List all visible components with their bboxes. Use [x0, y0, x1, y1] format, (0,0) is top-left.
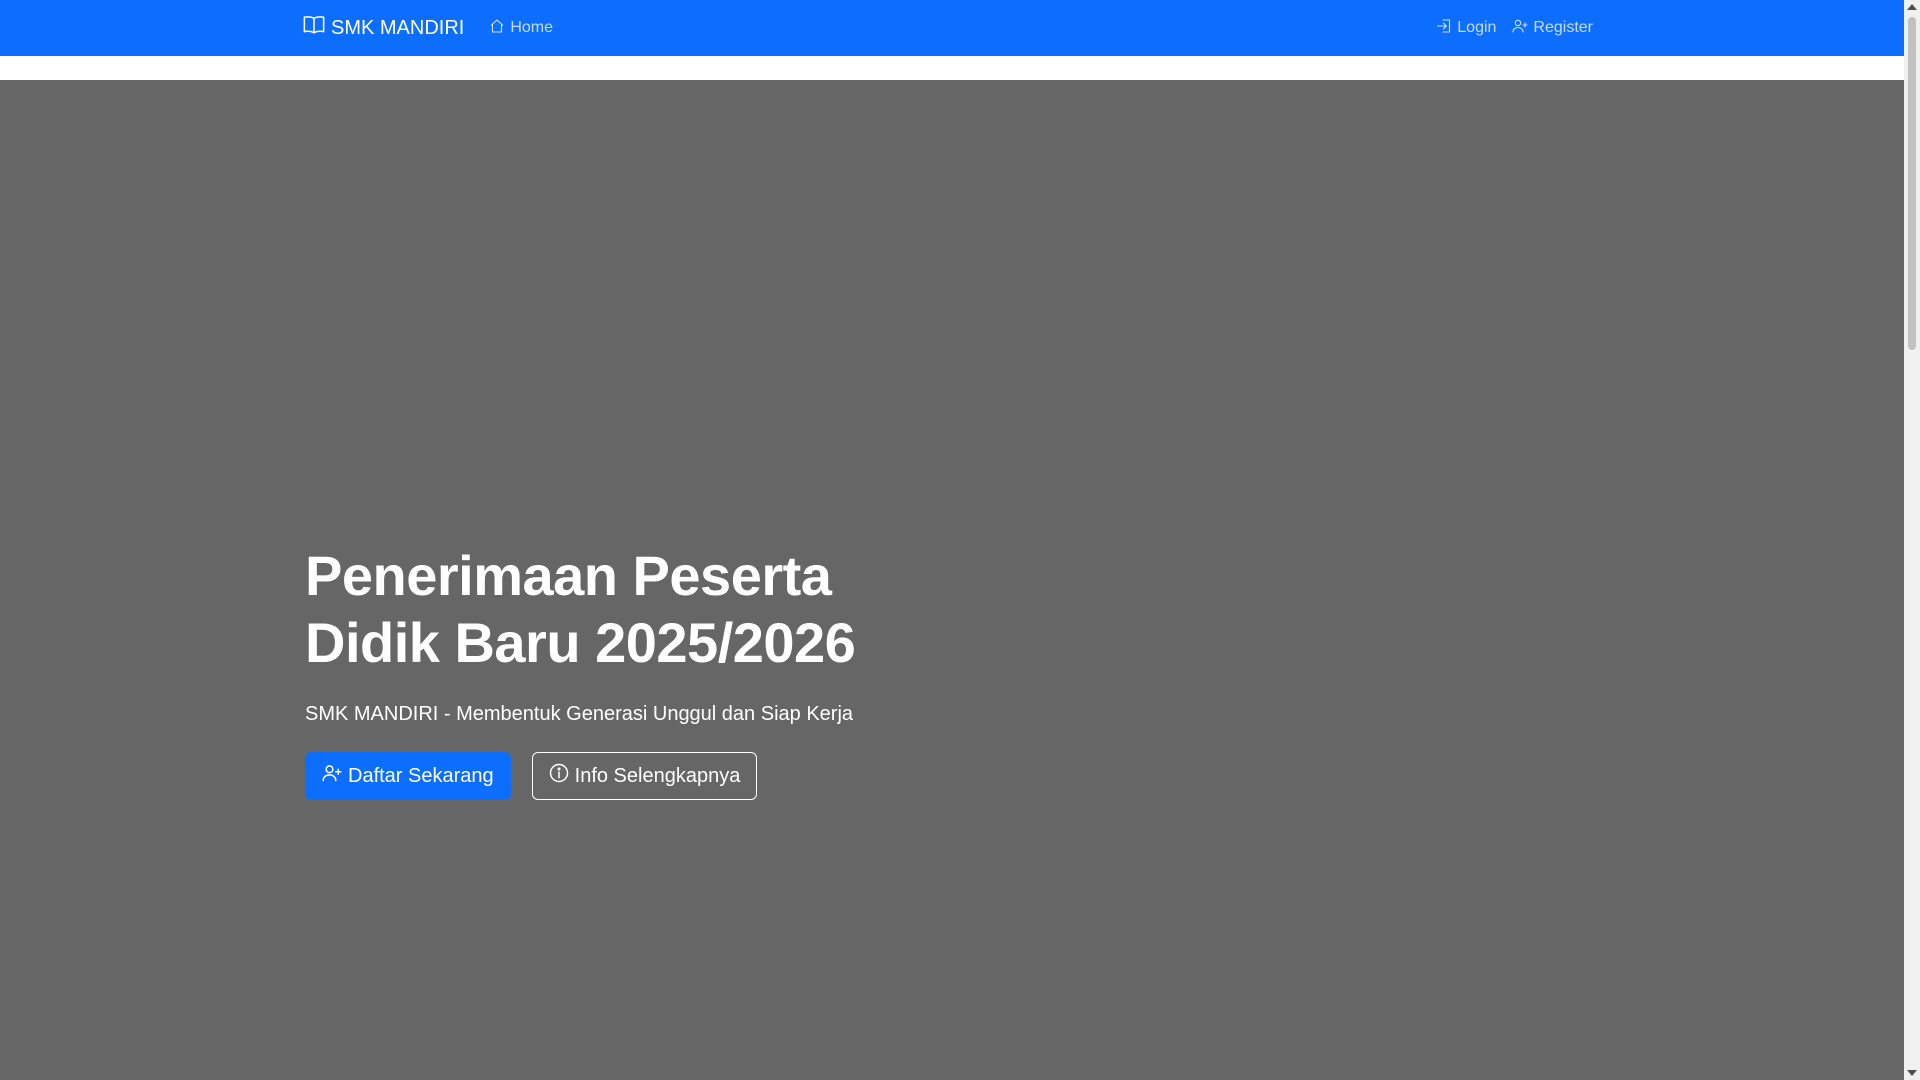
nav-register-label: Register [1533, 19, 1593, 36]
scroll-up-icon[interactable] [1907, 4, 1917, 10]
nav-home-link[interactable]: Home [489, 18, 553, 39]
brand-text: SMK MANDIRI [331, 16, 465, 39]
login-icon [1436, 18, 1452, 39]
page-scrollbar[interactable] [1904, 0, 1920, 1080]
info-circle-icon [549, 763, 569, 789]
nav-login-link[interactable]: Login [1436, 18, 1496, 39]
scrollbar-thumb[interactable] [1908, 17, 1916, 350]
house-icon [489, 18, 505, 39]
nav-login-label: Login [1457, 19, 1497, 36]
navbar-container: SMK MANDIRI Home Login Register [303, 0, 1593, 56]
nav-home-label: Home [510, 19, 554, 36]
more-info-label: Info Selengkapnya [574, 764, 741, 787]
hero-title-line2: Didik Baru 2025/2026 [305, 611, 856, 674]
hero-section: Penerimaan Peserta Didik Baru 2025/2026 … [0, 80, 1904, 1080]
register-now-button[interactable]: Daftar Sekarang [305, 752, 511, 800]
hero-content: Penerimaan Peserta Didik Baru 2025/2026 … [305, 542, 1005, 800]
navbar-spacer [0, 56, 1904, 80]
nav-right-links: Login Register [1436, 18, 1593, 39]
person-plus-icon [322, 763, 342, 789]
book-icon [303, 14, 325, 42]
hero-buttons: Daftar Sekarang Info Selengkapnya [305, 752, 1005, 800]
more-info-button[interactable]: Info Selengkapnya [531, 752, 758, 800]
navbar: SMK MANDIRI Home Login Register [0, 0, 1904, 56]
hero-title: Penerimaan Peserta Didik Baru 2025/2026 [305, 542, 1005, 676]
register-now-label: Daftar Sekarang [348, 764, 494, 787]
brand-link[interactable]: SMK MANDIRI [303, 14, 464, 42]
hero-subtitle: SMK MANDIRI - Membentuk Generasi Unggul … [305, 703, 854, 725]
scroll-down-icon[interactable] [1907, 1070, 1917, 1076]
person-plus-icon [1512, 18, 1528, 39]
nav-register-link[interactable]: Register [1512, 18, 1593, 39]
hero-title-line1: Penerimaan Peserta [305, 544, 832, 607]
